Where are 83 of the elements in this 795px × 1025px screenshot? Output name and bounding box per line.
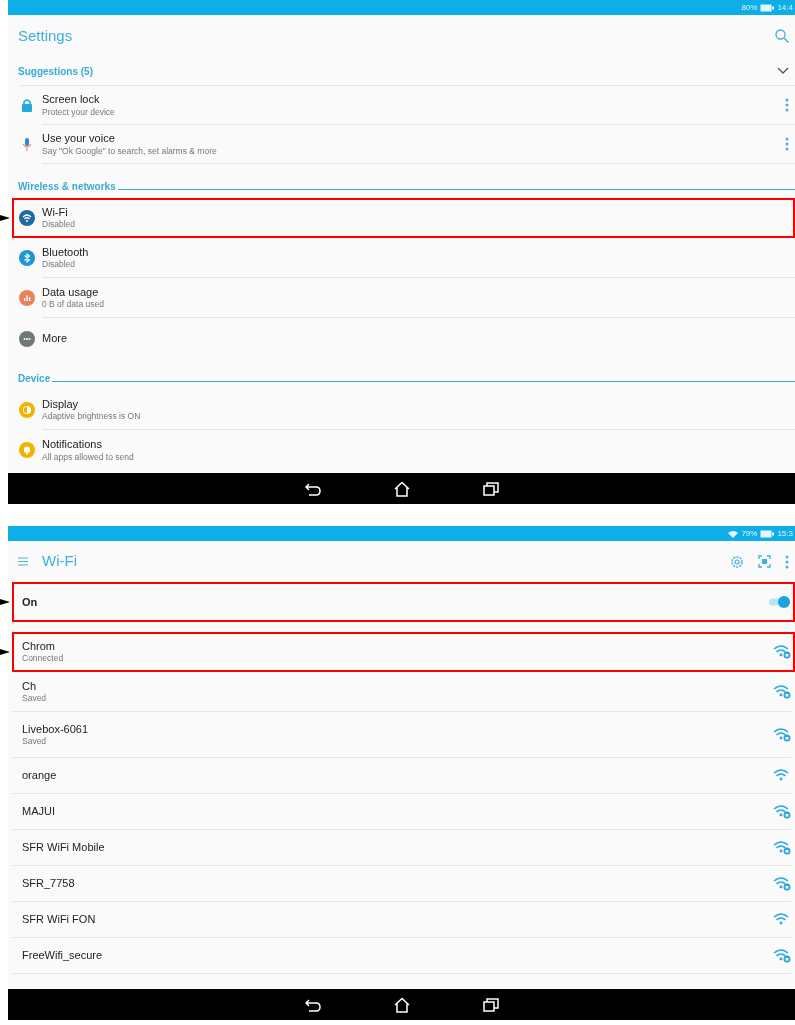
- wifi-signal-icon: [728, 529, 739, 538]
- bell-icon: [19, 442, 35, 458]
- battery-percent: 79%: [741, 527, 758, 540]
- section-header: Device: [18, 371, 51, 386]
- settings-item[interactable]: More: [12, 318, 795, 360]
- item-title: Bluetooth: [42, 245, 89, 260]
- suggestion-item[interactable]: Use your voice Say "Ok Google" to search, set alarms & more: [12, 125, 795, 164]
- toggle-label: On: [21, 594, 38, 610]
- more-options-icon[interactable]: [785, 554, 789, 569]
- lock-icon: [20, 98, 34, 113]
- network-item[interactable]: SFR WiFi Mobile: [12, 830, 795, 866]
- chevron-down-icon[interactable]: [777, 67, 789, 75]
- network-item[interactable]: Ch Saved: [12, 672, 795, 712]
- item-subtitle: All apps allowed to send: [42, 451, 134, 462]
- network-name: MAJUI: [22, 804, 55, 819]
- network-status: Connected: [22, 653, 64, 664]
- settings-icon[interactable]: [730, 554, 744, 569]
- settings-item[interactable]: Wi-Fi Disabled: [12, 198, 795, 238]
- item-subtitle: Disabled: [42, 219, 76, 230]
- toggle-row[interactable]: On: [12, 582, 795, 622]
- network-name: Livebox-6061: [22, 722, 89, 737]
- item-title: Notifications: [42, 438, 102, 452]
- settings-item[interactable]: Display Adaptive brightness is ON: [12, 390, 795, 430]
- settings-item[interactable]: Bluetooth Disabled: [12, 238, 795, 278]
- more-options-icon[interactable]: [785, 137, 789, 151]
- bar-chart-icon: [19, 290, 35, 306]
- battery-percent: 80%: [741, 1, 758, 14]
- network-item[interactable]: Livebox-6061 Saved: [12, 712, 795, 758]
- network-name: Ch: [22, 679, 37, 694]
- item-title: Data usage: [42, 285, 99, 300]
- battery-icon: [760, 3, 775, 12]
- home-icon[interactable]: [392, 996, 411, 1013]
- back-icon[interactable]: [304, 481, 321, 496]
- network-item[interactable]: SFR_7758: [12, 866, 795, 902]
- network-item[interactable]: MAJUI: [12, 794, 795, 830]
- network-status: Saved: [22, 736, 47, 747]
- clock-time: 14:4: [777, 1, 793, 14]
- network-item[interactable]: orange: [12, 758, 795, 794]
- battery-icon: [760, 529, 775, 538]
- item-title: Display: [42, 397, 79, 412]
- arrow-icon: [0, 596, 10, 608]
- menu-icon[interactable]: [18, 557, 28, 566]
- wifi-icon: [19, 210, 35, 226]
- item-subtitle: Disabled: [42, 259, 76, 270]
- more-options-icon[interactable]: [785, 98, 789, 112]
- home-icon[interactable]: [392, 480, 411, 497]
- item-title: Use your voice: [42, 132, 115, 146]
- item-title: Wi-Fi: [42, 205, 68, 220]
- bluetooth-icon: [19, 250, 35, 266]
- back-icon[interactable]: [304, 997, 321, 1012]
- network-name: SFR WiFi Mobile: [22, 840, 105, 855]
- recent-apps-icon[interactable]: [482, 481, 499, 496]
- item-title: More: [42, 332, 68, 346]
- toggle-switch[interactable]: [767, 595, 791, 609]
- network-name: SFR WiFi FON: [22, 912, 96, 927]
- settings-item[interactable]: Notifications All apps allowed to send: [12, 430, 795, 470]
- item-title: Screen lock: [42, 93, 100, 107]
- item-subtitle: 0 B of data used: [42, 299, 104, 310]
- network-item[interactable]: Chrom Connected: [12, 632, 795, 672]
- suggestion-item[interactable]: Screen lock Protect your device: [12, 86, 795, 125]
- network-status: Saved: [22, 693, 47, 704]
- brightness-icon: [19, 402, 35, 418]
- network-item[interactable]: SFR WiFi FON: [12, 902, 795, 938]
- item-subtitle: Say "Ok Google" to search, set alarms & more: [42, 145, 217, 156]
- more-icon: [19, 331, 35, 347]
- section-header: Wireless & networks: [18, 179, 116, 194]
- arrow-icon: [0, 646, 10, 658]
- network-name: orange: [22, 768, 57, 783]
- network-name: FreeWifi_secure: [22, 948, 103, 963]
- qr-scan-icon[interactable]: [758, 555, 771, 568]
- item-subtitle: Adaptive brightness is ON: [42, 411, 141, 422]
- network-name: Chrom: [22, 639, 55, 654]
- arrow-icon: [0, 212, 10, 224]
- microphone-icon: [20, 137, 34, 152]
- screen-title: Settings: [18, 25, 73, 46]
- screen-title: Wi-Fi: [42, 551, 78, 572]
- search-icon[interactable]: [775, 29, 789, 43]
- item-subtitle: Protect your device: [42, 106, 115, 117]
- settings-item[interactable]: Data usage 0 B of data used: [12, 278, 795, 318]
- network-name: SFR_7758: [22, 876, 75, 891]
- clock-time: 15:3: [777, 527, 793, 540]
- network-item[interactable]: FreeWifi_secure: [12, 938, 795, 974]
- recent-apps-icon[interactable]: [482, 997, 499, 1012]
